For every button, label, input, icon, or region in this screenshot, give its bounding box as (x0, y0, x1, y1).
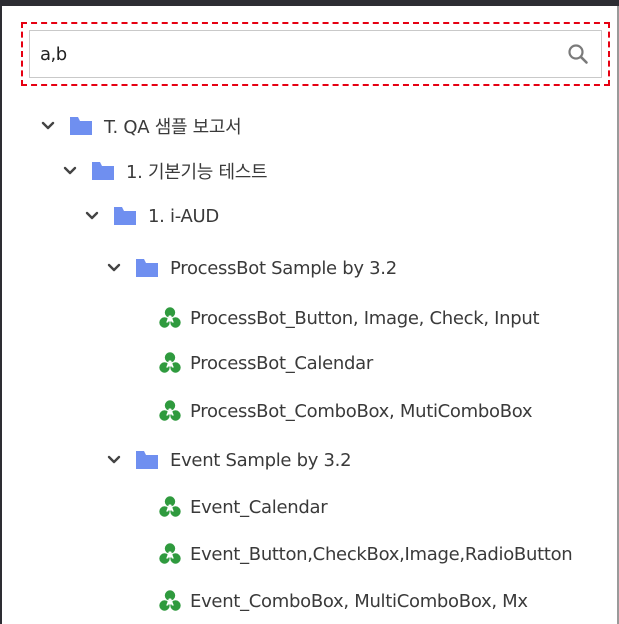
tree-item-report[interactable]: A Event_ComboBox, MultiComboBox, Mx (158, 583, 528, 619)
report-icon: A (159, 543, 181, 564)
svg-text:A: A (166, 598, 174, 609)
svg-text:A: A (166, 360, 174, 371)
tree-panel: T. QA 샘플 보고서 1. 기본기능 테스트 1. i-AUD (0, 0, 619, 624)
chevron-down-icon[interactable] (62, 163, 78, 179)
tree-item-report[interactable]: A ProcessBot_ComboBox, MutiComboBox (158, 393, 533, 429)
tree-item-basic-function-test[interactable]: 1. 기본기능 테스트 (62, 153, 268, 189)
svg-text:A: A (166, 315, 174, 326)
tree-item-label: 1. i-AUD (148, 205, 219, 227)
tree-item-label: 1. 기본기능 테스트 (126, 162, 268, 183)
folder-icon (70, 117, 92, 135)
tree-item-i-aud[interactable]: 1. i-AUD (84, 198, 219, 234)
folder-icon (114, 207, 136, 225)
report-icon: A (159, 400, 181, 421)
search-box (29, 30, 602, 78)
search-icon[interactable] (566, 42, 590, 66)
report-icon: A (159, 590, 181, 611)
report-icon: A (159, 307, 181, 328)
tree-item-label: ProcessBot_Button, Image, Check, Input (190, 307, 540, 329)
tree-item-label: Event_Button,CheckBox,Image,RadioButton (190, 543, 573, 565)
tree-item-report[interactable]: A Event_Button,CheckBox,Image,RadioButto… (158, 536, 573, 572)
svg-text:A: A (166, 408, 174, 419)
tree-item-report[interactable]: A ProcessBot_Calendar (158, 345, 373, 381)
chevron-down-icon[interactable] (40, 118, 56, 134)
svg-text:A: A (166, 551, 174, 562)
search-input[interactable] (40, 39, 540, 69)
tree-item-label: T. QA 샘플 보고서 (104, 117, 242, 138)
top-border (0, 0, 619, 6)
tree-item-label: Event_ComboBox, MultiComboBox, Mx (190, 590, 528, 612)
chevron-down-icon[interactable] (84, 208, 100, 224)
tree-item-label: Event Sample by 3.2 (170, 449, 352, 471)
chevron-down-icon[interactable] (106, 260, 122, 276)
tree-item-report[interactable]: A Event_Calendar (158, 489, 328, 525)
tree-item-label: ProcessBot_ComboBox, MutiComboBox (190, 400, 533, 422)
tree-item-event-sample[interactable]: Event Sample by 3.2 (106, 442, 352, 478)
tree-item-report[interactable]: A ProcessBot_Button, Image, Check, Input (158, 300, 540, 336)
tree-item-processbot-sample[interactable]: ProcessBot Sample by 3.2 (106, 250, 397, 286)
tree-item-label: Event_Calendar (190, 496, 328, 518)
left-border (0, 6, 2, 624)
tree-item-label: ProcessBot Sample by 3.2 (170, 257, 397, 279)
folder-icon (136, 451, 158, 469)
folder-icon (136, 259, 158, 277)
chevron-down-icon[interactable] (106, 452, 122, 468)
report-icon: A (159, 496, 181, 517)
svg-text:A: A (166, 504, 174, 515)
tree-item-qa-sample-reports[interactable]: T. QA 샘플 보고서 (40, 108, 242, 144)
report-icon: A (159, 352, 181, 373)
tree-item-label: ProcessBot_Calendar (190, 352, 373, 374)
folder-icon (92, 162, 114, 180)
